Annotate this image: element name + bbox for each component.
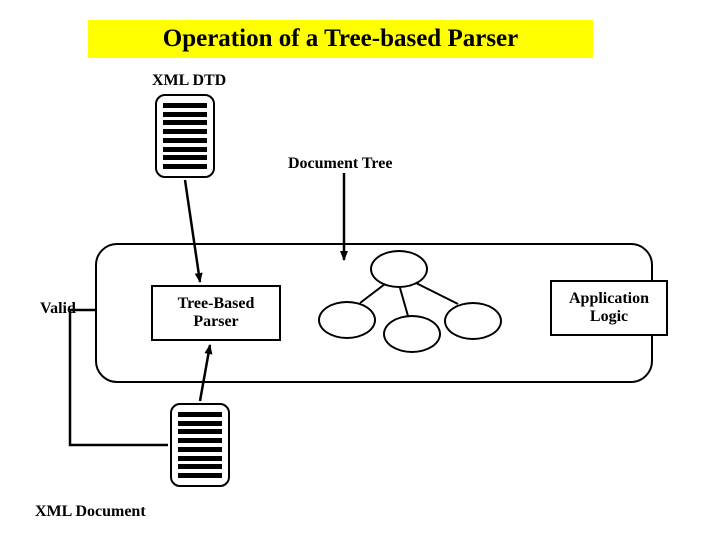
title-text: Operation of a Tree-based Parser: [163, 25, 519, 53]
dtd-document-icon: [155, 94, 215, 178]
app-logic-label: Application Logic: [552, 290, 666, 327]
xml-document-icon: [170, 403, 230, 487]
label-xml-document: XML Document: [35, 503, 146, 521]
tree-node-left: [318, 301, 376, 339]
app-logic-box: Application Logic: [550, 280, 668, 336]
parser-box-label: Tree-Based Parser: [153, 295, 279, 332]
tree-node-right: [444, 302, 502, 340]
parser-box: Tree-Based Parser: [151, 285, 281, 341]
label-xml-dtd: XML DTD: [152, 72, 226, 90]
tree-node-root: [370, 250, 428, 288]
label-document-tree: Document Tree: [288, 155, 392, 173]
title-banner: Operation of a Tree-based Parser: [88, 20, 593, 58]
tree-node-mid: [383, 315, 441, 353]
label-valid: Valid: [40, 300, 76, 318]
